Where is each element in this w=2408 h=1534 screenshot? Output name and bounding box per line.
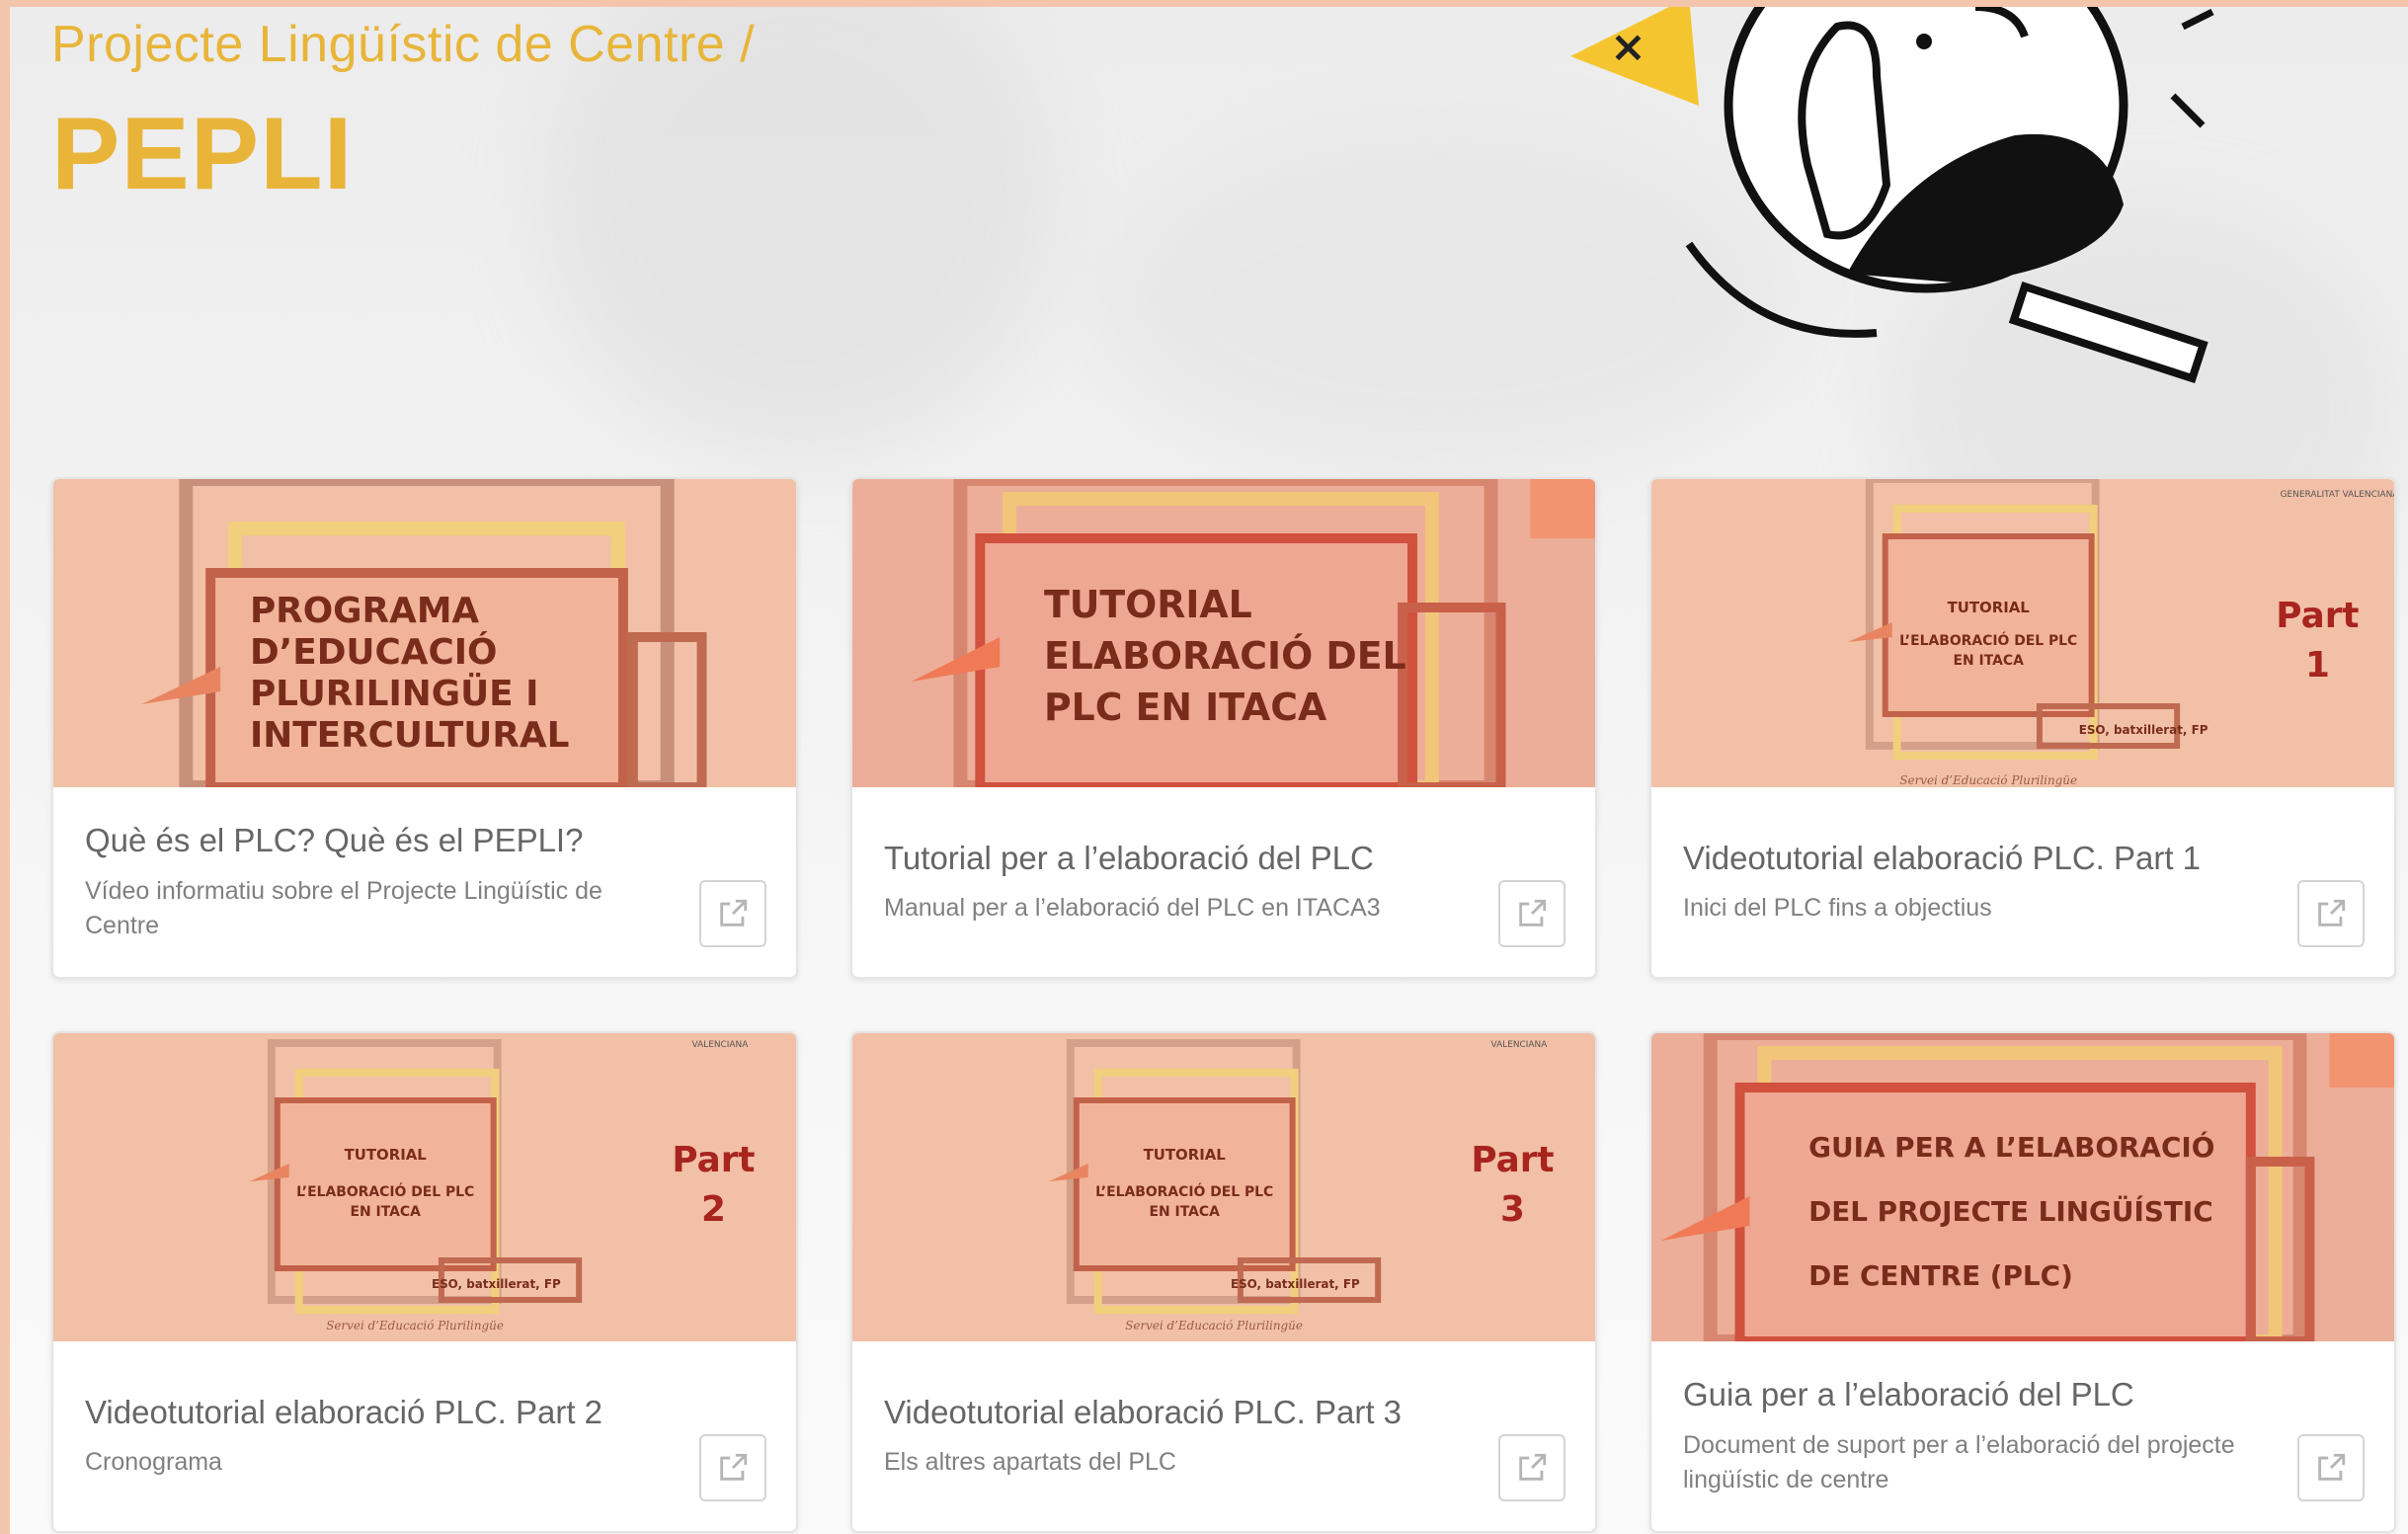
thumb-line: TUTORIAL bbox=[1044, 583, 1252, 626]
page-header: Projecte Lingüístic de Centre / PEPLI bbox=[51, 15, 755, 213]
thumbnail-graphic: TUTORIAL L’ELABORACIÓ DEL PLC EN ITACA E… bbox=[1651, 479, 2394, 787]
thumb-logo: VALENCIANA bbox=[1491, 1040, 1549, 1050]
resource-card[interactable]: PROGRAMA D’EDUCACIÓ PLURILINGÜE I INTERC… bbox=[51, 477, 798, 979]
card-description: Els altres apartats del PLC bbox=[884, 1448, 1176, 1477]
page-title: PEPLI bbox=[51, 97, 354, 211]
thumb-line: EN ITACA bbox=[1954, 653, 2025, 669]
thumbnail-graphic: TUTORIAL L’ELABORACIÓ DEL PLC EN ITACA E… bbox=[53, 1033, 796, 1341]
external-link-icon bbox=[720, 899, 748, 927]
thumb-footer: Servei d’Educació Plurilingüe bbox=[1125, 1319, 1303, 1332]
external-link-icon bbox=[2318, 1453, 2346, 1481]
page: Projecte Lingüístic de Centre / PEPLI × bbox=[10, 7, 2408, 1534]
resource-grid: PROGRAMA D’EDUCACIÓ PLURILINGÜE I INTERC… bbox=[51, 477, 2396, 1533]
card-description: Manual per a l’elaboració del PLC en ITA… bbox=[884, 894, 1381, 923]
thumbnail-graphic: TUTORIAL ELABORACIÓ DEL PLC EN ITACA bbox=[852, 479, 1595, 787]
card-title[interactable]: Videotutorial elaboració PLC. Part 2 bbox=[85, 1393, 678, 1432]
card-title[interactable]: Què és el PLC? Què és el PEPLI? bbox=[85, 821, 678, 860]
thumb-footer: Servei d’Educació Plurilingüe bbox=[1899, 773, 2077, 787]
resource-card[interactable]: TUTORIAL ELABORACIÓ DEL PLC EN ITACA Tut… bbox=[850, 477, 1597, 979]
card-title[interactable]: Tutorial per a l’elaboració del PLC bbox=[884, 839, 1477, 878]
card-thumbnail[interactable]: TUTORIAL ELABORACIÓ DEL PLC EN ITACA bbox=[852, 479, 1595, 787]
thumb-line: TUTORIAL bbox=[345, 1146, 428, 1164]
thumb-line: PLC EN ITACA bbox=[1044, 686, 1327, 729]
thumb-logo: VALENCIANA bbox=[692, 1040, 750, 1050]
card-description: Inici del PLC fins a objectius bbox=[1683, 894, 1992, 923]
open-external-button[interactable] bbox=[699, 1434, 766, 1501]
thumb-line: DEL PROJECTE LINGÜÍSTIC bbox=[1808, 1194, 2213, 1228]
card-body: Videotutorial elaboració PLC. Part 2 Cro… bbox=[85, 1341, 678, 1531]
thumb-line: L’ELABORACIÓ DEL PLC bbox=[296, 1182, 474, 1200]
card-body: Videotutorial elaboració PLC. Part 3 Els… bbox=[884, 1341, 1477, 1531]
card-title[interactable]: Guia per a l’elaboració del PLC bbox=[1683, 1375, 2276, 1414]
svg-text:×: × bbox=[1610, 22, 1646, 72]
card-body: Tutorial per a l’elaboració del PLC Manu… bbox=[884, 787, 1477, 977]
thumb-line: TUTORIAL bbox=[1948, 599, 2031, 616]
resource-card[interactable]: TUTORIAL L’ELABORACIÓ DEL PLC EN ITACA E… bbox=[850, 1031, 1597, 1533]
thumb-line: DE CENTRE (PLC) bbox=[1808, 1259, 2073, 1292]
thumb-line: ESO, batxillerat, FP bbox=[432, 1277, 561, 1291]
thumb-part-number: 2 bbox=[701, 1189, 726, 1230]
thumbnail-graphic: PROGRAMA D’EDUCACIÓ PLURILINGÜE I INTERC… bbox=[53, 479, 796, 787]
thumb-line: TUTORIAL bbox=[1144, 1146, 1227, 1164]
card-body: Videotutorial elaboració PLC. Part 1 Ini… bbox=[1683, 787, 2276, 977]
thumb-line: PROGRAMA bbox=[250, 591, 479, 631]
card-thumbnail[interactable]: TUTORIAL L’ELABORACIÓ DEL PLC EN ITACA E… bbox=[1651, 479, 2394, 787]
resource-card[interactable]: TUTORIAL L’ELABORACIÓ DEL PLC EN ITACA E… bbox=[51, 1031, 798, 1533]
external-link-icon bbox=[1519, 1453, 1547, 1481]
whisper-illustration: × bbox=[1570, 7, 2214, 384]
breadcrumb[interactable]: Projecte Lingüístic de Centre / bbox=[51, 15, 755, 74]
thumbnail-graphic: GUIA PER A L’ELABORACIÓ DEL PROJECTE LIN… bbox=[1651, 1033, 2394, 1341]
thumb-line: INTERCULTURAL bbox=[250, 715, 569, 756]
thumb-line: ESO, batxillerat, FP bbox=[2079, 723, 2208, 737]
open-external-button[interactable] bbox=[2297, 1434, 2365, 1501]
card-title[interactable]: Videotutorial elaboració PLC. Part 3 bbox=[884, 1393, 1477, 1432]
open-external-button[interactable] bbox=[1498, 880, 1565, 947]
thumb-line: ESO, batxillerat, FP bbox=[1231, 1277, 1360, 1291]
thumb-line: ELABORACIÓ DEL bbox=[1044, 634, 1406, 678]
thumb-line: D’EDUCACIÓ bbox=[250, 631, 498, 673]
card-body: Què és el PLC? Què és el PEPLI? Vídeo in… bbox=[85, 787, 678, 977]
thumb-part-label: Part bbox=[1471, 1140, 1554, 1180]
card-thumbnail[interactable]: GUIA PER A L’ELABORACIÓ DEL PROJECTE LIN… bbox=[1651, 1033, 2394, 1341]
thumb-line: EN ITACA bbox=[351, 1204, 422, 1220]
card-body: Guia per a l’elaboració del PLC Document… bbox=[1683, 1341, 2276, 1531]
open-external-button[interactable] bbox=[2297, 880, 2365, 947]
resource-card[interactable]: GUIA PER A L’ELABORACIÓ DEL PROJECTE LIN… bbox=[1649, 1031, 2396, 1533]
thumb-line: L’ELABORACIÓ DEL PLC bbox=[1095, 1182, 1273, 1200]
thumb-part-label: Part bbox=[2276, 596, 2359, 636]
card-description: Cronograma bbox=[85, 1448, 222, 1477]
resource-card[interactable]: TUTORIAL L’ELABORACIÓ DEL PLC EN ITACA E… bbox=[1649, 477, 2396, 979]
card-thumbnail[interactable]: PROGRAMA D’EDUCACIÓ PLURILINGÜE I INTERC… bbox=[53, 479, 796, 787]
external-link-icon bbox=[2318, 899, 2346, 927]
thumb-part-number: 3 bbox=[1500, 1189, 1525, 1230]
thumb-part-number: 1 bbox=[2305, 645, 2330, 686]
card-thumbnail[interactable]: TUTORIAL L’ELABORACIÓ DEL PLC EN ITACA E… bbox=[53, 1033, 796, 1341]
thumb-line: GUIA PER A L’ELABORACIÓ bbox=[1808, 1130, 2214, 1164]
open-external-button[interactable] bbox=[1498, 1434, 1565, 1501]
thumb-footer: Servei d’Educació Plurilingüe bbox=[326, 1319, 504, 1332]
card-title[interactable]: Videotutorial elaboració PLC. Part 1 bbox=[1683, 839, 2276, 878]
card-description: Vídeo informatiu sobre el Projecte Lingü… bbox=[85, 876, 602, 939]
thumb-logo: GENERALITAT VALENCIANA bbox=[2281, 490, 2394, 500]
external-link-icon bbox=[720, 1453, 748, 1481]
thumbnail-graphic: TUTORIAL L’ELABORACIÓ DEL PLC EN ITACA E… bbox=[852, 1033, 1595, 1341]
thumb-line: L’ELABORACIÓ DEL PLC bbox=[1899, 631, 2077, 649]
thumb-line: PLURILINGÜE I bbox=[250, 673, 538, 714]
card-description: Document de suport per a l’elaboració de… bbox=[1683, 1430, 2235, 1494]
open-external-button[interactable] bbox=[699, 880, 766, 947]
thumb-part-label: Part bbox=[672, 1140, 755, 1180]
thumb-line: EN ITACA bbox=[1150, 1204, 1221, 1220]
external-link-icon bbox=[1519, 899, 1547, 927]
card-thumbnail[interactable]: TUTORIAL L’ELABORACIÓ DEL PLC EN ITACA E… bbox=[852, 1033, 1595, 1341]
